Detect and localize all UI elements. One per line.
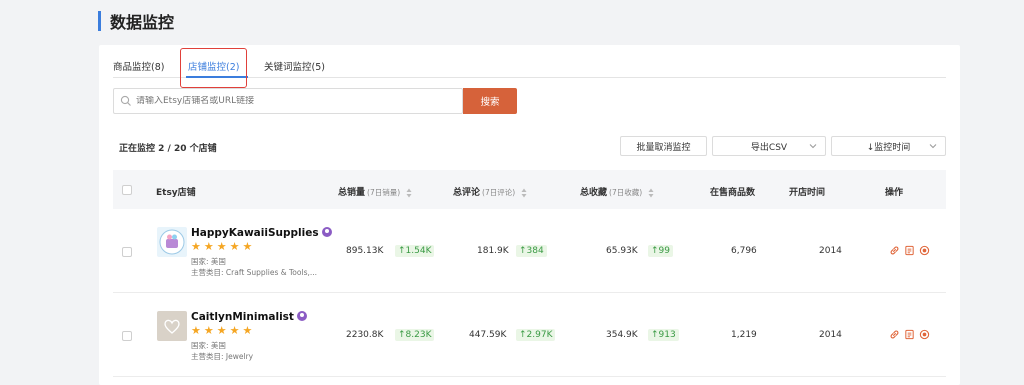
- table-header: Etsy店铺 总销量 (7日销量) 总评论 (7日评论) 总收藏 (7日收藏) 在售商…: [113, 170, 946, 209]
- link-icon[interactable]: [889, 329, 900, 340]
- header-reviews[interactable]: 总评论 (7日评论): [453, 185, 527, 198]
- verified-badge-icon: [321, 227, 332, 237]
- search-button[interactable]: 搜索: [463, 88, 517, 114]
- header-favorites[interactable]: 总收藏 (7日收藏): [580, 185, 654, 198]
- total-sales: 895.13K: [346, 246, 384, 256]
- shop-country: 国家: 美国: [191, 257, 226, 266]
- shop-name[interactable]: HappyKawaiiSupplies: [191, 227, 332, 239]
- total-reviews: 447.59K: [469, 330, 507, 340]
- highlight-annotation: [180, 48, 247, 88]
- total-reviews: 181.9K: [477, 246, 509, 256]
- listing-count: 6,796: [731, 246, 757, 256]
- row-checkbox[interactable]: [122, 331, 132, 341]
- sort-time-label: ↓监控时间: [866, 142, 911, 153]
- reviews-increase: ↑2.97K: [516, 329, 556, 341]
- header-sales[interactable]: 总销量 (7日销量): [338, 185, 412, 198]
- open-year: 2014: [819, 330, 842, 340]
- report-icon[interactable]: [904, 329, 915, 340]
- sales-increase: ↑8.23K: [395, 329, 435, 341]
- shop-country: 国家: 美国: [191, 341, 226, 350]
- shop-name-text: HappyKawaiiSupplies: [191, 227, 319, 239]
- page-title-text: 数据监控: [110, 13, 175, 32]
- target-icon[interactable]: [919, 329, 930, 340]
- header-reviews-sub: (7日评论): [482, 188, 516, 197]
- page-title: 数据监控: [98, 10, 174, 32]
- table-row: CaitlynMinimalist ★★★★★ 国家: 美国 主营类目: Jew…: [113, 293, 946, 377]
- header-opened: 开店时间: [789, 188, 826, 198]
- header-favorites-label: 总收藏: [580, 188, 608, 198]
- chevron-down-icon: [929, 144, 937, 149]
- sales-increase: ↑1.54K: [395, 245, 435, 257]
- sort-icon: [648, 188, 654, 197]
- sort-icon: [406, 188, 412, 197]
- export-csv-label: 导出CSV: [750, 142, 788, 153]
- row-actions: [889, 245, 930, 256]
- shop-logo-graphic: [159, 229, 185, 255]
- search-box: [113, 88, 463, 114]
- favorites-increase: ↑99: [648, 245, 673, 257]
- tab-keyword-monitor[interactable]: 关键词监控(5): [264, 59, 325, 73]
- total-sales: 2230.8K: [346, 330, 384, 340]
- search-icon: [120, 95, 131, 106]
- header-shop: Etsy店铺: [156, 188, 196, 198]
- row-actions: [889, 329, 930, 340]
- rating-stars: ★★★★★: [191, 324, 256, 337]
- rating-stars: ★★★★★: [191, 240, 256, 253]
- reviews-increase: ↑384: [516, 245, 547, 257]
- monitor-count: 正在监控 2 / 20 个店铺: [119, 144, 217, 154]
- total-favorites: 65.93K: [606, 246, 638, 256]
- header-reviews-label: 总评论: [453, 188, 481, 198]
- header-actions: 操作: [885, 188, 904, 198]
- shop-logo-graphic: [164, 319, 180, 334]
- chevron-down-icon: [809, 144, 817, 149]
- sort-icon: [521, 188, 527, 197]
- open-year: 2014: [819, 246, 842, 256]
- batch-cancel-button[interactable]: 批量取消监控: [620, 136, 707, 156]
- header-favorites-sub: (7日收藏): [609, 188, 643, 197]
- header-sales-sub: (7日销量): [367, 188, 401, 197]
- row-checkbox[interactable]: [122, 247, 132, 257]
- title-accent-bar: [98, 11, 101, 31]
- shop-category: 主营类目: Jewelry: [191, 352, 254, 361]
- tab-product-monitor[interactable]: 商品监控(8): [113, 59, 164, 73]
- export-csv-dropdown[interactable]: 导出CSV: [712, 136, 826, 156]
- shop-category: 主营类目: Craft Supplies & Tools,...: [191, 268, 318, 277]
- report-icon[interactable]: [904, 245, 915, 256]
- search-input[interactable]: [136, 96, 456, 106]
- header-listings: 在售商品数: [710, 188, 756, 198]
- sort-time-dropdown[interactable]: ↓监控时间: [831, 136, 946, 156]
- shop-name[interactable]: CaitlynMinimalist: [191, 311, 307, 323]
- table-row: HappyKawaiiSupplies ★★★★★ 国家: 美国 主营类目: C…: [113, 209, 946, 293]
- monitor-card: 商品监控(8) 店铺监控(2) 关键词监控(5) 搜索 正在监控 2 / 20 …: [99, 45, 960, 385]
- verified-badge-icon: [296, 311, 307, 321]
- link-icon[interactable]: [889, 245, 900, 256]
- total-favorites: 354.9K: [606, 330, 638, 340]
- listing-count: 1,219: [731, 330, 757, 340]
- target-icon[interactable]: [919, 245, 930, 256]
- shop-logo: [157, 227, 187, 257]
- header-sales-label: 总销量: [338, 188, 366, 198]
- shop-logo: [157, 311, 187, 341]
- select-all-checkbox[interactable]: [122, 185, 132, 195]
- shop-name-text: CaitlynMinimalist: [191, 311, 294, 323]
- batch-cancel-label: 批量取消监控: [636, 142, 691, 153]
- favorites-increase: ↑913: [648, 329, 679, 341]
